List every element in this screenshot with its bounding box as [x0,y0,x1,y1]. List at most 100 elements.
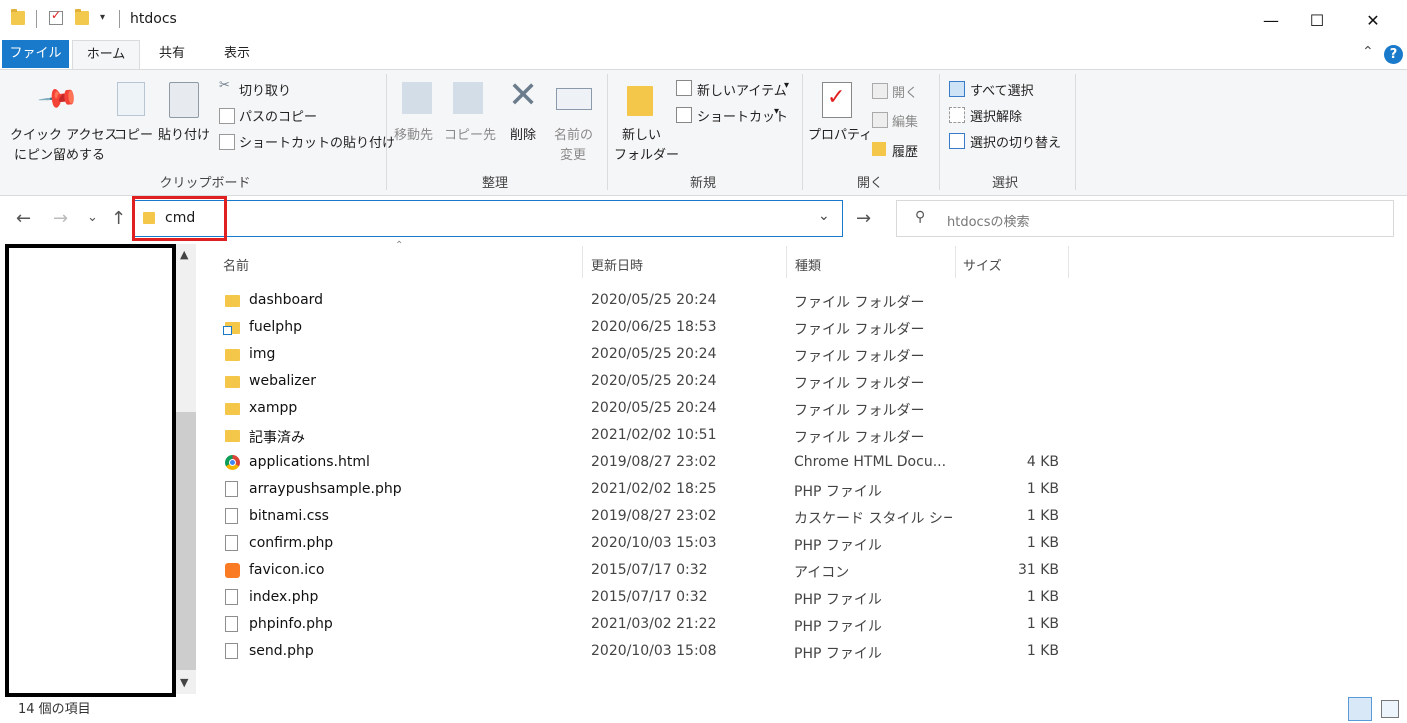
file-date: 2020/05/25 20:24 [591,346,717,362]
maximize-button[interactable]: ☐ [1294,0,1340,40]
properties-button[interactable]: プロパティ [808,124,872,143]
paste-icon [169,82,199,118]
tab-file[interactable]: ファイル [2,40,69,68]
file-row[interactable]: 記事済み 2021/02/02 10:51 ファイル フォルダー [220,422,1370,449]
file-row[interactable]: bitnami.css 2019/08/27 23:02 カスケード スタイル シー… [220,503,1370,530]
paste-shortcut-icon [219,134,235,150]
new-item-button[interactable]: 新しいアイテム [697,80,787,99]
file-row[interactable]: index.php 2015/07/17 0:32 PHP ファイル 1 KB [220,584,1370,611]
rename-button-line-2[interactable]: 変更 [560,144,586,163]
forward-button[interactable]: → [53,208,68,229]
group-separator [802,74,803,190]
file-date: 2020/05/25 20:24 [591,400,717,416]
file-date: 2020/06/25 18:53 [591,319,717,335]
properties-icon[interactable]: ✓ [49,8,63,25]
collapse-ribbon-icon[interactable]: ⌃ [1362,44,1374,60]
tab-home[interactable]: ホーム [72,40,140,70]
column-header-date[interactable]: 更新日時 [591,255,643,274]
new-folder-button-line-2[interactable]: フォルダー [614,144,679,163]
large-icons-view-button[interactable] [1381,700,1399,718]
new-folder-icon[interactable] [75,9,89,25]
help-icon[interactable]: ? [1384,45,1403,64]
up-button[interactable]: ↑ [111,208,126,229]
select-all-button[interactable]: すべて選択 [970,80,1034,99]
column-divider[interactable] [1068,246,1069,278]
copy-to-button[interactable]: コピー先 [444,124,496,143]
file-row[interactable]: arraypushsample.php 2021/02/02 18:25 PHP フ… [220,476,1370,503]
move-to-button[interactable]: 移動先 [394,124,433,143]
file-row[interactable]: fuelphp 2020/06/25 18:53 ファイル フォルダー [220,314,1370,341]
column-header-type[interactable]: 種類 [795,255,821,274]
delete-icon: ✕ [508,75,539,116]
sort-indicator-icon: ⌃ [395,240,404,251]
file-type: Chrome HTML Docu... [794,454,947,470]
file-row[interactable]: phpinfo.php 2021/03/02 21:22 PHP ファイル 1 KB [220,611,1370,638]
file-date: 2020/10/03 15:08 [591,643,717,659]
shortcut-dropdown-icon[interactable]: ▾ [774,106,779,117]
copy-button[interactable]: コピー [114,124,153,143]
nav-scrollbar[interactable]: ▲ ▼ [176,244,196,694]
rename-button[interactable]: 名前の [554,124,593,143]
file-size: 1 KB [1026,535,1059,551]
file-type: ファイル フォルダー [794,322,925,338]
new-folder-button[interactable]: 新しい [622,124,661,143]
chevron-down-icon[interactable]: ⌄ [818,208,830,224]
cut-button[interactable]: 切り取り [239,80,291,99]
copy-path-button[interactable]: パスのコピー [239,106,317,125]
paste-shortcut-button[interactable]: ショートカットの貼り付け [239,132,395,151]
tab-view[interactable]: 表示 [210,40,264,68]
file-row[interactable]: dashboard 2020/05/25 20:24 ファイル フォルダー [220,287,1370,314]
file-row[interactable]: applications.html 2019/08/27 23:02 Chrome … [220,449,1370,476]
close-button[interactable]: ✕ [1350,0,1396,40]
pin-quick-access-label[interactable]: クイック アクセス [10,124,117,143]
folder-icon [225,430,240,442]
scroll-up-icon[interactable]: ▲ [180,248,188,261]
edit-button[interactable]: 編集 [892,111,918,130]
search-input[interactable]: htdocsの検索 [947,211,1029,230]
column-header-name[interactable]: 名前 [223,255,249,274]
scroll-thumb[interactable] [176,412,196,670]
column-divider[interactable] [786,246,787,278]
group-select-label: 選択 [991,176,1018,191]
file-date: 2021/03/02 21:22 [591,616,717,632]
delete-button[interactable]: 削除 [510,124,536,143]
file-icon [225,535,238,551]
open-button[interactable]: 開く [892,82,918,101]
file-row[interactable]: favicon.ico 2015/07/17 0:32 アイコン 31 KB [220,557,1370,584]
shortcut-overlay-icon [223,326,232,335]
group-separator [939,74,940,190]
file-name: webalizer [249,373,317,389]
file-name: favicon.ico [249,562,325,578]
pin-quick-access-label-2[interactable]: にピン留めする [14,144,105,163]
column-divider[interactable] [955,246,956,278]
search-box[interactable]: ⚲ htdocsの検索 [896,200,1394,237]
file-row[interactable]: webalizer 2020/05/25 20:24 ファイル フォルダー [220,368,1370,395]
file-name: applications.html [249,454,370,470]
invert-selection-button[interactable]: 選択の切り替え [970,132,1061,151]
new-item-dropdown-icon[interactable]: ▾ [784,80,789,91]
select-none-button[interactable]: 選択解除 [970,106,1022,125]
quick-access-dropdown-icon[interactable]: ▾ [100,12,105,23]
address-bar[interactable]: cmd ⌄ [134,200,843,237]
file-type: ファイル フォルダー [794,430,925,446]
go-button[interactable]: → [856,208,871,229]
navigation-pane[interactable] [5,244,176,697]
file-row[interactable]: confirm.php 2020/10/03 15:03 PHP ファイル 1 KB [220,530,1370,557]
group-separator [1075,74,1076,190]
column-header-size[interactable]: サイズ [963,255,1002,274]
history-button[interactable]: 履歴 [892,141,918,160]
recent-locations-dropdown[interactable]: ⌄ [87,210,98,225]
scroll-down-icon[interactable]: ▼ [180,676,188,689]
minimize-button[interactable]: — [1248,0,1294,40]
file-row[interactable]: xampp 2020/05/25 20:24 ファイル フォルダー [220,395,1370,422]
paste-button[interactable]: 貼り付け [158,124,210,143]
file-size: 1 KB [1026,643,1059,659]
details-view-button[interactable] [1348,697,1372,721]
tab-share[interactable]: 共有 [145,40,199,68]
file-row[interactable]: send.php 2020/10/03 15:08 PHP ファイル 1 KB [220,638,1370,665]
file-date: 2020/05/25 20:24 [591,373,717,389]
back-button[interactable]: ← [16,208,31,229]
column-divider[interactable] [582,246,583,278]
file-row[interactable]: img 2020/05/25 20:24 ファイル フォルダー [220,341,1370,368]
group-separator [607,74,608,190]
